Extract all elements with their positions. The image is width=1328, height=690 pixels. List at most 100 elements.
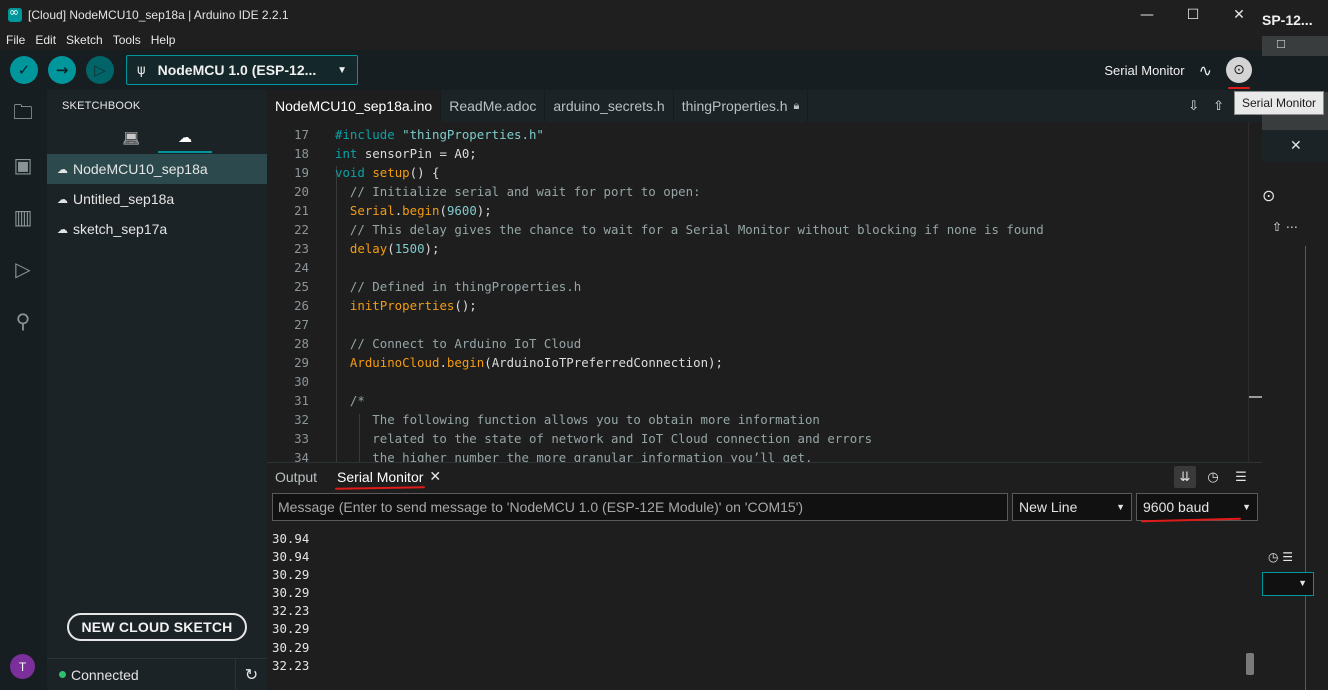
code-line[interactable]: 22 // This delay gives the chance to wai… [267, 220, 1247, 239]
code-line[interactable]: 29 ArduinoCloud.begin(ArduinoIoTPreferre… [267, 353, 1247, 372]
tab-arduino-secrets-h[interactable]: arduino_secrets.h [545, 90, 674, 122]
code-text: // This delay gives the chance to wait f… [335, 222, 1044, 237]
menu-bar: File Edit Sketch Tools Help [0, 30, 1262, 50]
serial-monitor-tooltip: Serial Monitor [1234, 91, 1325, 115]
sidebar-item-nodemcu10-sep18a[interactable]: ☁ NodeMCU10_sep18a [47, 154, 267, 184]
serial-message-input[interactable]: Message (Enter to send message to 'NodeM… [272, 493, 1008, 521]
code-token: // Defined in thingProperties.h [335, 279, 582, 294]
background-toolbar [1262, 56, 1328, 92]
code-editor[interactable]: 17 #include "thingProperties.h" 18 int sens… [267, 122, 1262, 462]
minimize-button[interactable]: — [1124, 0, 1170, 30]
code-line[interactable]: 19 void setup() { [267, 163, 1247, 182]
line-ending-select[interactable]: New Line ▼ [1012, 493, 1132, 521]
code-line[interactable]: 26 initProperties(); [267, 296, 1247, 315]
serial-plotter-icon[interactable]: ∿ [1199, 61, 1212, 80]
serial-output-line: 30.94 [272, 531, 310, 546]
background-select[interactable]: ▼ [1262, 572, 1314, 596]
code-line[interactable]: 33 related to the state of network and I… [267, 429, 1247, 448]
code-line[interactable]: 34 the higher number the more granular i… [267, 448, 1247, 462]
code-token: delay [349, 241, 388, 256]
serial-output-line: 30.94 [272, 549, 310, 565]
serial-monitor-icon: ⊙ [1233, 62, 1245, 78]
boards-manager-icon[interactable]: ▣ [10, 152, 36, 178]
autoscroll-icon[interactable]: ⇊ [1174, 466, 1196, 488]
code-text: initProperties(); [335, 298, 477, 313]
library-manager-icon[interactable]: ▥ [10, 204, 36, 230]
panel-actions: ⇊ ◷ ☰ [1168, 465, 1252, 489]
avatar[interactable]: T [10, 654, 35, 679]
refresh-icon[interactable]: ↻ [235, 658, 267, 690]
cloud-icon: ☁ [178, 129, 192, 146]
arrow-right-icon: → [55, 61, 69, 79]
menu-help[interactable]: Help [151, 33, 176, 47]
code-line[interactable]: 21 Serial.begin(9600); [267, 201, 1247, 220]
tab-nodemcu10-sep18a-ino[interactable]: NodeMCU10_sep18a.ino [267, 90, 442, 122]
code-line[interactable]: 20 // Initialize serial and wait for por… [267, 182, 1247, 201]
editor-scrollbar[interactable] [1248, 122, 1262, 462]
code-token: the higher number the more granular info… [335, 450, 813, 462]
code-line[interactable]: 25 // Defined in thingProperties.h [267, 277, 1247, 296]
new-cloud-sketch-button[interactable]: NEW CLOUD SKETCH [67, 613, 247, 641]
code-text: void setup() { [335, 165, 439, 180]
code-line[interactable]: 32 The following function allows you to … [267, 410, 1247, 429]
close-icon[interactable]: ✕ [429, 469, 441, 485]
serial-output-line: 30.29 [272, 639, 310, 655]
serial-monitor-icon[interactable]: ⊙ [1262, 186, 1275, 205]
maximize-button[interactable]: ☐ [1170, 0, 1216, 30]
close-icon[interactable]: ✕ [1290, 138, 1302, 154]
baud-rate-select[interactable]: 9600 baud ▼ [1136, 493, 1258, 521]
cloud-push-icon[interactable]: ⇧ [1213, 99, 1224, 114]
code-text: The following function allows you to obt… [335, 412, 820, 427]
close-button[interactable]: ✕ [1216, 0, 1262, 30]
code-line[interactable]: 23 delay(1500); [267, 239, 1247, 258]
cloud-pull-icon[interactable]: ⇩ [1188, 99, 1199, 114]
code-line[interactable]: 30 [267, 372, 1247, 391]
menu-sketch[interactable]: Sketch [66, 33, 103, 47]
output-scrollbar-thumb[interactable] [1246, 653, 1254, 675]
debug-icon: ▷ [94, 61, 106, 79]
chevron-down-icon: ▼ [337, 64, 347, 76]
board-selector[interactable]: ψ NodeMCU 1.0 (ESP-12... ▼ [126, 55, 358, 85]
verify-button[interactable]: ✓ [10, 56, 38, 84]
sidebar-item-untitled-sep18a[interactable]: ☁ Untitled_sep18a [47, 184, 267, 214]
sidebar-title: SKETCHBOOK [62, 100, 141, 112]
code-line[interactable]: 18 int sensorPin = A0; [267, 144, 1247, 163]
code-line[interactable]: 27 [267, 315, 1247, 334]
code-token: // Connect to Arduino IoT Cloud [335, 336, 582, 351]
arduino-logo-icon [8, 5, 22, 22]
debug-button[interactable]: ▷ [86, 56, 114, 84]
search-icon[interactable]: ⚲ [10, 308, 36, 334]
tab-thingproperties-h[interactable]: thingProperties.h 🔒︎ [674, 90, 809, 122]
tab-serial-monitor[interactable]: Serial Monitor [337, 469, 423, 485]
menu-edit[interactable]: Edit [35, 33, 56, 47]
code-line[interactable]: 24 [267, 258, 1247, 277]
menu-file[interactable]: File [6, 33, 25, 47]
line-number: 32 [294, 412, 309, 427]
line-number: 30 [294, 374, 309, 389]
code-token: (); [454, 298, 477, 313]
upload-button[interactable]: → [48, 56, 76, 84]
tab-output[interactable]: Output [275, 469, 317, 485]
cloud-sketches-tab[interactable]: ☁ [158, 124, 212, 153]
local-sketches-tab[interactable]: 💻︎ [104, 124, 158, 153]
timestamp-icon[interactable]: ◷ [1202, 466, 1224, 488]
status-dot [59, 671, 66, 678]
sidebar-item-sketch-sep17a[interactable]: ☁ sketch_sep17a [47, 214, 267, 244]
scroll-thumb[interactable] [1249, 396, 1262, 398]
clear-output-icon[interactable]: ☰ [1230, 466, 1252, 488]
cloud-push-icon[interactable]: ⇧ ⋯ [1272, 220, 1298, 234]
code-line[interactable]: 17 #include "thingProperties.h" [267, 125, 1247, 144]
debug-icon[interactable]: ▷ [10, 256, 36, 282]
timestamp-icon[interactable]: ◷ ☰ [1268, 550, 1293, 564]
serial-output-line: 30.29 [272, 621, 310, 637]
code-text: ArduinoCloud.begin(ArduinoIoTPreferredCo… [335, 355, 723, 370]
background-maximize-icon[interactable]: ☐ [1276, 38, 1286, 51]
code-line[interactable]: 28 // Connect to Arduino IoT Cloud [267, 334, 1247, 353]
tab-readme-adoc[interactable]: ReadMe.adoc [441, 90, 546, 122]
code-line[interactable]: 31 /* [267, 391, 1247, 410]
serial-monitor-button[interactable]: ⊙ [1226, 57, 1252, 89]
line-ending-value: New Line [1019, 499, 1078, 515]
menu-tools[interactable]: Tools [113, 33, 141, 47]
sketchbook-folder-icon[interactable]: 🗀 [10, 100, 36, 128]
